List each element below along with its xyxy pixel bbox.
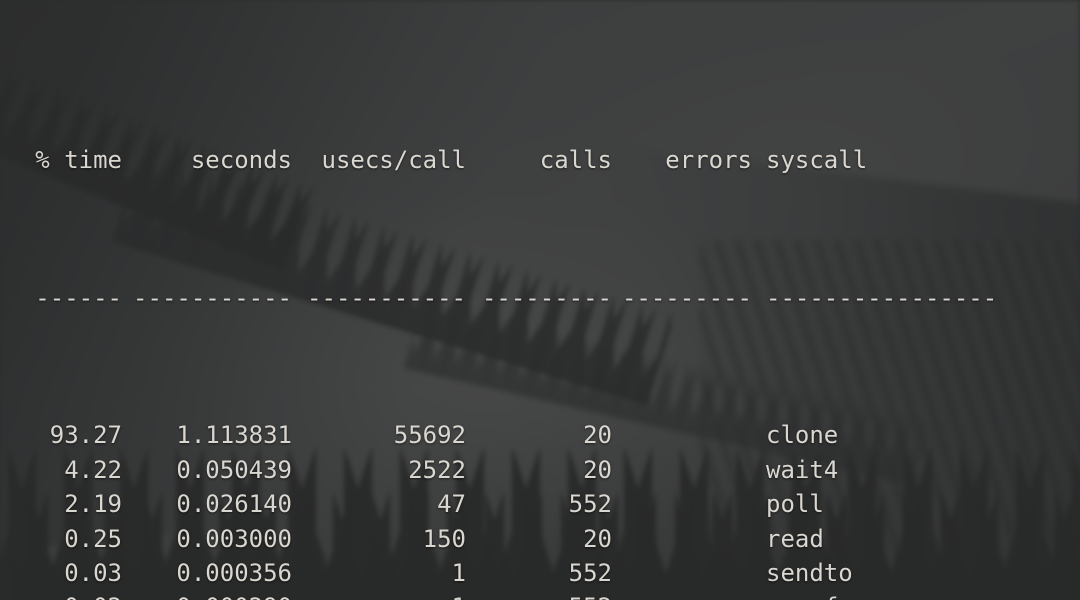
- cell-usecs-per-call: 55692: [393, 421, 466, 450]
- cell-usecs-per-call: 1: [451, 559, 466, 587]
- strace-summary-output[interactable]: % time seconds usecs/call calls errors syscal…: [22, 40, 1080, 600]
- cell-seconds: 0.026140: [176, 490, 292, 519]
- cell-usecs-per-call: 2522: [408, 455, 466, 484]
- cell-seconds: 0.050439: [176, 455, 292, 484]
- terminal-overlay[interactable]: % time seconds usecs/call calls errors syscal…: [0, 0, 1080, 600]
- cell-syscall: clone: [766, 421, 839, 450]
- table-row: 0.020.0002901552 recvfrom: [22, 590, 1080, 600]
- cell-seconds: 0.000356: [176, 559, 292, 587]
- separator-errors: ---------: [621, 283, 752, 312]
- table-separator-top: ------ ----------- ----------- --------- ---…: [22, 281, 1080, 315]
- cell-syscall: wait4: [766, 455, 839, 484]
- table-row: 0.25 0.003000 150 20 read: [22, 522, 1080, 556]
- header-usecs-per-call: usecs/call: [321, 146, 467, 175]
- cell-pct-time: 2.19: [64, 490, 122, 519]
- separator-seconds: -----------: [133, 283, 292, 312]
- cell-usecs-per-call: 150: [422, 524, 466, 553]
- table-row: 4.22 0.050439 2522 20 wait4: [22, 453, 1080, 487]
- cell-pct-time: 0.02: [22, 590, 122, 600]
- table-body: 93.27 1.113831 55692 20 clone 4.22 0.050439 252…: [22, 418, 1080, 600]
- cell-calls: 20: [583, 455, 612, 484]
- table-row: 93.27 1.113831 55692 20 clone: [22, 418, 1080, 452]
- separator-pct-time: ------: [35, 283, 122, 312]
- table-row: 2.19 0.026140 47 552 poll: [22, 487, 1080, 521]
- cell-syscall: sendto: [766, 559, 853, 587]
- cell-usecs-per-call: 47: [437, 490, 466, 519]
- separator-calls: ---------: [481, 283, 612, 312]
- cell-syscall: recvfrom: [752, 590, 1026, 600]
- cell-seconds: 0.003000: [176, 524, 292, 553]
- cell-calls: 552: [466, 590, 612, 600]
- cell-usecs-per-call: 1: [292, 590, 466, 600]
- separator-syscall: ----------------: [766, 283, 998, 312]
- separator-usecs-per-call: -----------: [307, 283, 466, 312]
- cell-calls: 552: [568, 490, 612, 519]
- cell-pct-time: 93.27: [49, 421, 122, 450]
- header-seconds: seconds: [190, 146, 292, 175]
- header-errors: errors: [665, 146, 752, 175]
- header-calls: calls: [539, 146, 612, 175]
- cell-pct-time: 0.25: [64, 524, 122, 553]
- cell-calls: 552: [568, 559, 612, 587]
- header-pct-time: % time: [35, 146, 122, 175]
- cell-calls: 20: [583, 524, 612, 553]
- table-header-row: % time seconds usecs/call calls errors syscal…: [22, 143, 1080, 177]
- cell-seconds: 0.000290: [122, 590, 292, 600]
- cell-syscall: poll: [766, 490, 824, 519]
- table-row: 0.03 0.000356 1 552 sendto: [22, 556, 1080, 590]
- header-syscall: syscall: [766, 146, 868, 175]
- cell-calls: 20: [583, 421, 612, 450]
- cell-seconds: 1.113831: [176, 421, 292, 450]
- cell-syscall: read: [766, 524, 824, 553]
- cell-pct-time: 0.03: [64, 559, 122, 587]
- cell-pct-time: 4.22: [64, 455, 122, 484]
- terminal-screen: % time seconds usecs/call calls errors syscal…: [0, 0, 1080, 600]
